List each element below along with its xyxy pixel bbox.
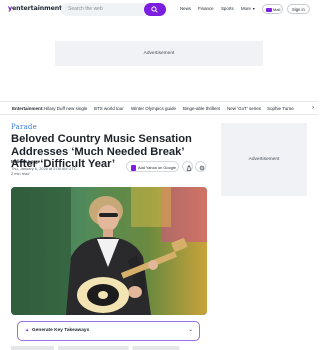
- chevron-right-icon[interactable]: ›: [312, 105, 314, 111]
- share-icon: [186, 164, 191, 171]
- nav-sports[interactable]: Sports: [221, 6, 234, 11]
- chevron-down-icon: ▼: [252, 7, 256, 11]
- envelope-icon: [266, 7, 272, 13]
- generate-key-takeaways-button[interactable]: ✦ Generate Key Takeaways ⌄: [17, 321, 200, 341]
- side-advertisement[interactable]: Advertisement: [221, 123, 307, 196]
- search-bar[interactable]: Search the web: [61, 3, 166, 16]
- top-advertisement[interactable]: Advertisement: [55, 41, 263, 66]
- trending-item[interactable]: Sophie Turne: [267, 106, 294, 111]
- search-input[interactable]: Search the web: [68, 6, 103, 12]
- trending-label: Entertainment:: [12, 106, 44, 111]
- search-icon: [151, 6, 158, 13]
- nav-more[interactable]: More▼: [241, 6, 255, 11]
- trending-item[interactable]: BTS world tour: [94, 106, 124, 111]
- yahoo-icon: [131, 164, 136, 171]
- trending-item[interactable]: Hilary Duff new single: [44, 106, 87, 111]
- mail-button[interactable]: Mail: [262, 4, 283, 14]
- nav-finance[interactable]: Finance: [198, 6, 214, 11]
- musician-photo: [11, 187, 207, 315]
- article-body-text-fade: [11, 346, 207, 350]
- advertisement-label: Advertisement: [143, 51, 175, 56]
- article-source[interactable]: Parade: [11, 123, 37, 131]
- link-icon: [199, 165, 204, 170]
- search-button[interactable]: [144, 3, 166, 16]
- nav-news[interactable]: News: [180, 6, 191, 11]
- chevron-down-icon: ⌄: [188, 327, 193, 333]
- sparkle-icon: ✦: [25, 327, 30, 334]
- site-header: yentertainment Search the web News Finan…: [0, 0, 318, 22]
- advertisement-label: Advertisement: [248, 157, 280, 162]
- yahoo-entertainment-logo[interactable]: yentertainment: [8, 5, 62, 12]
- trending-item[interactable]: New 'GoT' series: [227, 106, 261, 111]
- add-yahoo-on-google-button[interactable]: Add Yahoo on Google: [126, 161, 179, 172]
- trending-item[interactable]: Winter Olympics guide: [131, 106, 176, 111]
- share-button[interactable]: [182, 161, 193, 172]
- article-author[interactable]: Melinda Lorge: [11, 159, 40, 164]
- article-read-time: 2 min read: [11, 171, 30, 176]
- trending-bar: Entertainment: Hilary Duff new single BT…: [0, 101, 318, 115]
- article-photo[interactable]: [11, 187, 207, 315]
- trending-item[interactable]: Binge-able thrillers: [183, 106, 220, 111]
- sign-in-button[interactable]: Sign in: [287, 4, 310, 14]
- copy-link-button[interactable]: [195, 161, 206, 172]
